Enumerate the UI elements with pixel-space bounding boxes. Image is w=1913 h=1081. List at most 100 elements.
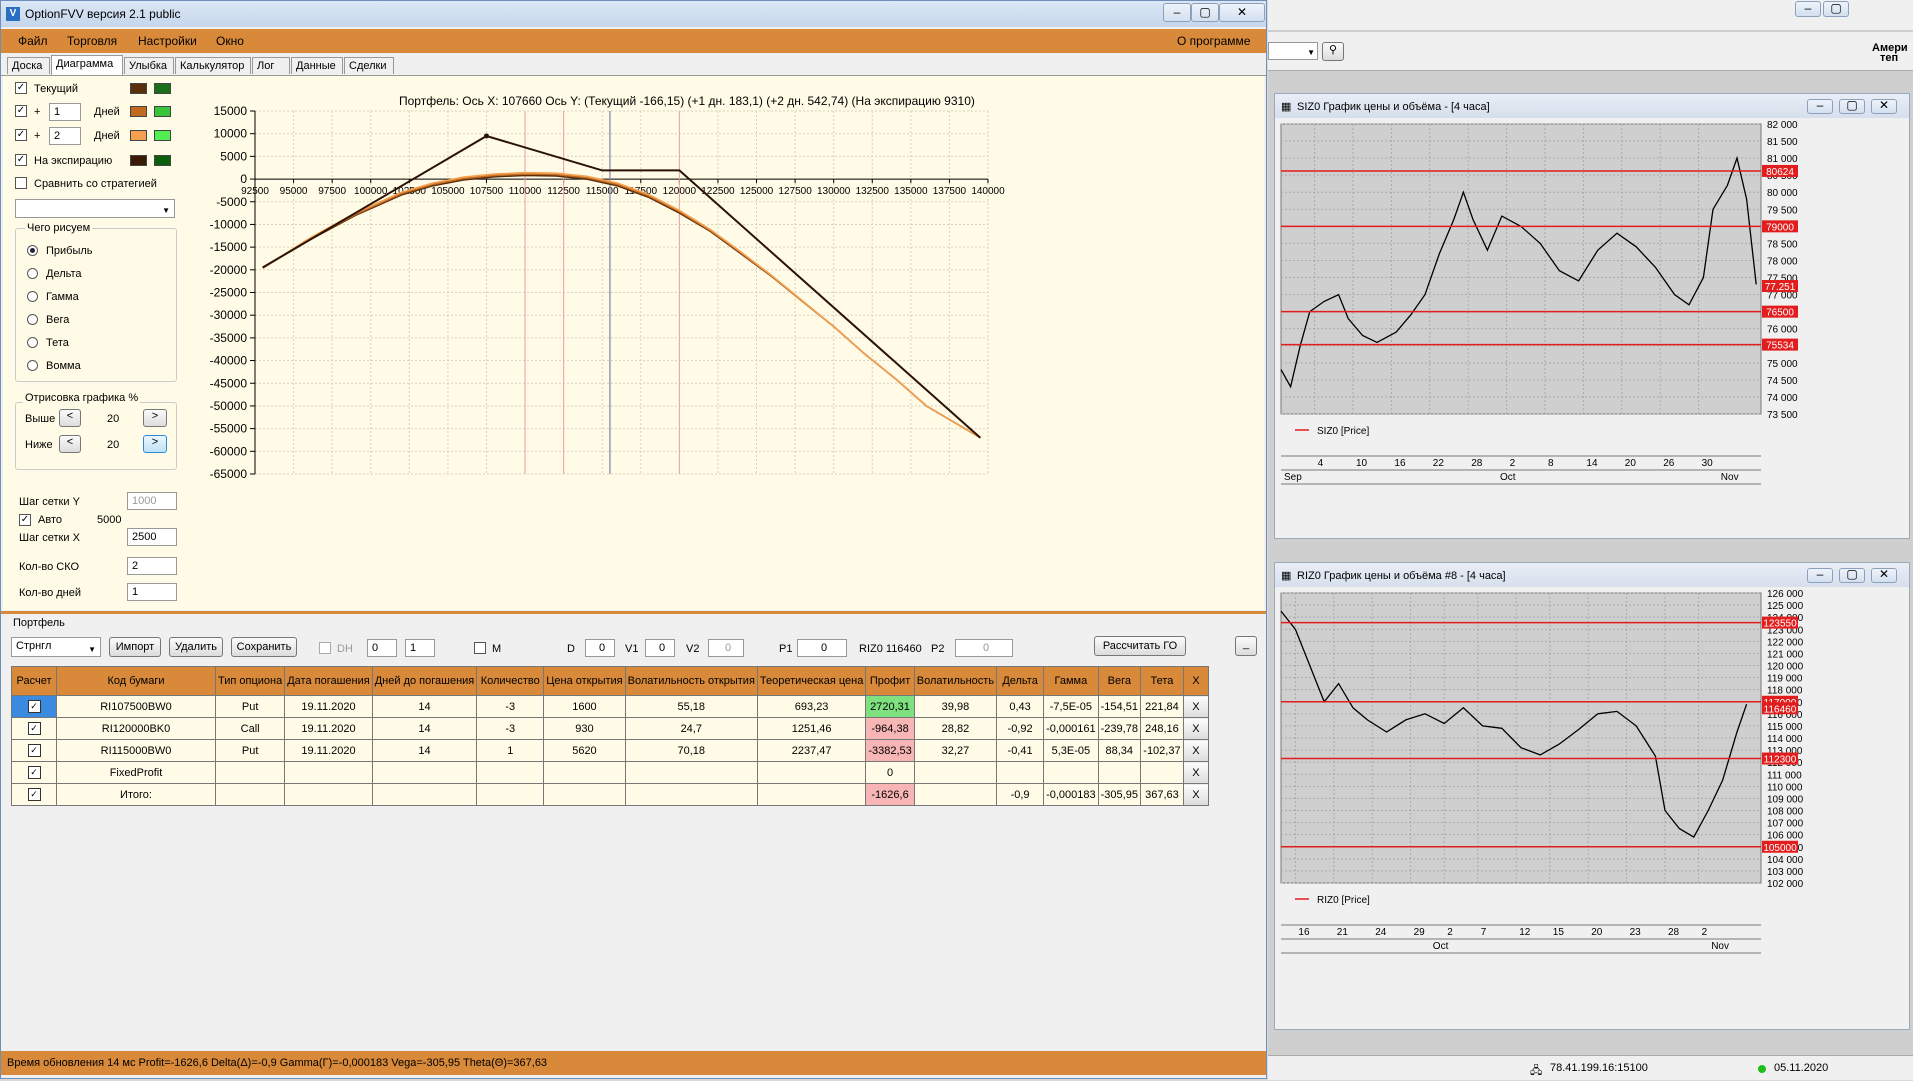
time-axis-label: 15 <box>1553 927 1565 938</box>
maximize-button[interactable]: ▢ <box>1191 3 1219 22</box>
row-checkbox[interactable]: ✓ <box>27 766 41 779</box>
menu-settings[interactable]: Настройки <box>138 34 197 48</box>
right-toolbar-select[interactable]: ▼ <box>1268 42 1318 60</box>
row-checkbox-cell[interactable]: ✓ <box>11 695 57 718</box>
table-row[interactable]: ✓ RI120000BK0 Call 19.11.2020 14 -3 930 24,7 125… <box>11 717 1209 740</box>
table-cell <box>371 761 478 784</box>
column-header[interactable]: Расчет <box>11 666 57 696</box>
menu-window[interactable]: Окно <box>216 34 244 48</box>
column-header[interactable]: Код бумаги <box>56 666 216 696</box>
price-axis-label: 81 000 <box>1767 154 1798 165</box>
price-axis-label: 115 000 <box>1767 722 1803 733</box>
column-header[interactable]: Волатильность <box>913 666 998 696</box>
table-cell: 55,18 <box>624 695 758 718</box>
row-checkbox-cell[interactable]: ✓ <box>11 717 57 740</box>
menu-about[interactable]: О программе <box>1177 34 1250 48</box>
menu-file[interactable]: Файл <box>18 34 48 48</box>
row-delete-button[interactable]: X <box>1182 717 1209 740</box>
column-header[interactable]: X <box>1182 666 1209 696</box>
tab-deals[interactable]: Сделки <box>344 57 394 74</box>
p1-value[interactable]: 0 <box>797 639 847 657</box>
v2-value[interactable]: 0 <box>708 639 744 657</box>
p2-value[interactable]: 0 <box>955 639 1013 657</box>
minimize-portfolio-button[interactable]: _ <box>1235 636 1257 656</box>
siz0-minimize-button[interactable]: – <box>1807 99 1833 114</box>
m-checkbox[interactable] <box>474 642 486 654</box>
column-header[interactable]: Волатильность открытия <box>624 666 758 696</box>
column-header[interactable]: Количество <box>476 666 545 696</box>
tab-data[interactable]: Данные <box>291 57 343 74</box>
menu-trade[interactable]: Торговля <box>67 34 117 48</box>
minimize-button[interactable]: – <box>1163 3 1191 22</box>
price-tag-label: 112300 <box>1764 755 1797 766</box>
row-checkbox-cell[interactable]: ✓ <box>11 739 57 762</box>
portfolio-table: Расчет Код бумаги Тип опциона Дата погашени… <box>11 666 1209 806</box>
siz0-restore-button[interactable]: ▢ <box>1839 99 1865 114</box>
table-cell: 24,7 <box>624 717 758 740</box>
window-title: OptionFVV версия 2.1 public <box>25 7 181 21</box>
calculate-go-button[interactable]: Рассчитать ГО <box>1094 636 1186 656</box>
row-checkbox[interactable]: ✓ <box>27 722 41 735</box>
row-delete-button[interactable]: X <box>1182 695 1209 718</box>
row-delete-button[interactable]: X <box>1182 783 1209 806</box>
tab-log[interactable]: Лог <box>252 57 290 74</box>
table-cell: 70,18 <box>624 739 758 762</box>
column-header[interactable]: Дельта <box>996 666 1045 696</box>
table-row[interactable]: ✓ FixedProfit 0 X <box>11 761 1209 784</box>
column-header[interactable]: Цена открытия <box>543 666 626 696</box>
save-button[interactable]: Сохранить <box>231 637 297 657</box>
column-header[interactable]: Тип опциона <box>214 666 286 696</box>
row-checkbox[interactable]: ✓ <box>27 788 41 801</box>
close-button[interactable]: ✕ <box>1219 3 1265 22</box>
row-checkbox[interactable]: ✓ <box>27 744 41 757</box>
column-header[interactable]: Профит <box>865 666 915 696</box>
table-row[interactable]: ✓ RI115000BW0 Put 19.11.2020 14 1 5620 70,18 223… <box>11 739 1209 762</box>
chevron-down-icon: ▼ <box>88 645 96 654</box>
column-header[interactable]: Теоретическая цена <box>756 666 867 696</box>
row-checkbox-cell[interactable]: ✓ <box>11 761 57 784</box>
pin-icon[interactable]: ⚲ <box>1322 42 1344 61</box>
portfolio-select[interactable]: Стрнгл ▼ <box>11 637 101 657</box>
riz0-price-chart[interactable]: 126 000125 000124 000123 000122 000121 0… <box>1275 587 1909 1029</box>
column-header[interactable]: Гамма <box>1043 666 1099 696</box>
dh-value-2[interactable]: 1 <box>405 639 435 657</box>
table-cell: RI107500BW0 <box>56 695 216 718</box>
column-header[interactable]: Дата погашения <box>284 666 373 696</box>
right-restore-button[interactable]: ▢ <box>1823 1 1849 17</box>
column-header[interactable]: Тета <box>1139 666 1184 696</box>
delete-button[interactable]: Удалить <box>169 637 223 657</box>
panel-separator[interactable] <box>1 611 1266 614</box>
y-tick-label: -25000 <box>210 286 248 300</box>
row-delete-button[interactable]: X <box>1182 761 1209 784</box>
dh-checkbox[interactable] <box>319 642 331 654</box>
import-button[interactable]: Импорт <box>109 637 161 657</box>
table-row[interactable]: ✓ Итого: -1626,6 -0,9 -0,000183 -305,95 367,63… <box>11 783 1209 806</box>
column-header[interactable]: Вега <box>1097 666 1141 696</box>
riz0-minimize-button[interactable]: – <box>1807 568 1833 583</box>
v1-value[interactable]: 0 <box>645 639 675 657</box>
row-checkbox[interactable]: ✓ <box>27 700 41 713</box>
dh-value-1[interactable]: 0 <box>367 639 397 657</box>
payoff-chart[interactable]: 150001000050000-5000-10000-15000-20000-2… <box>3 76 1264 610</box>
table-row[interactable]: ✓ RI107500BW0 Put 19.11.2020 14 -3 1600 55,18 69… <box>11 695 1209 718</box>
d-value[interactable]: 0 <box>585 639 615 657</box>
price-axis-label: 74 500 <box>1767 376 1798 387</box>
row-delete-button[interactable]: X <box>1182 739 1209 762</box>
chart-icon: ▦ <box>1281 570 1292 582</box>
right-minimize-button[interactable]: – <box>1795 1 1821 17</box>
riz0-restore-button[interactable]: ▢ <box>1839 568 1865 583</box>
tab-board[interactable]: Доска <box>7 57 50 74</box>
row-checkbox-cell[interactable]: ✓ <box>11 783 57 806</box>
tab-smile[interactable]: Улыбка <box>124 57 174 74</box>
v1-label: V1 <box>625 643 639 655</box>
chevron-down-icon: ▼ <box>1307 48 1315 57</box>
riz0-close-button[interactable]: ✕ <box>1871 568 1897 583</box>
time-axis-label: 2 <box>1447 927 1453 938</box>
siz0-close-button[interactable]: ✕ <box>1871 99 1897 114</box>
tab-diagram[interactable]: Диаграмма <box>51 55 123 75</box>
tab-calculator[interactable]: Калькулятор <box>175 57 251 74</box>
column-header[interactable]: Дней до погашения <box>371 666 478 696</box>
price-axis-label: 104 000 <box>1767 855 1804 866</box>
table-cell <box>1139 761 1184 784</box>
siz0-price-chart[interactable]: 82 00081 50081 00080 50080 00079 50079 0… <box>1275 118 1909 538</box>
